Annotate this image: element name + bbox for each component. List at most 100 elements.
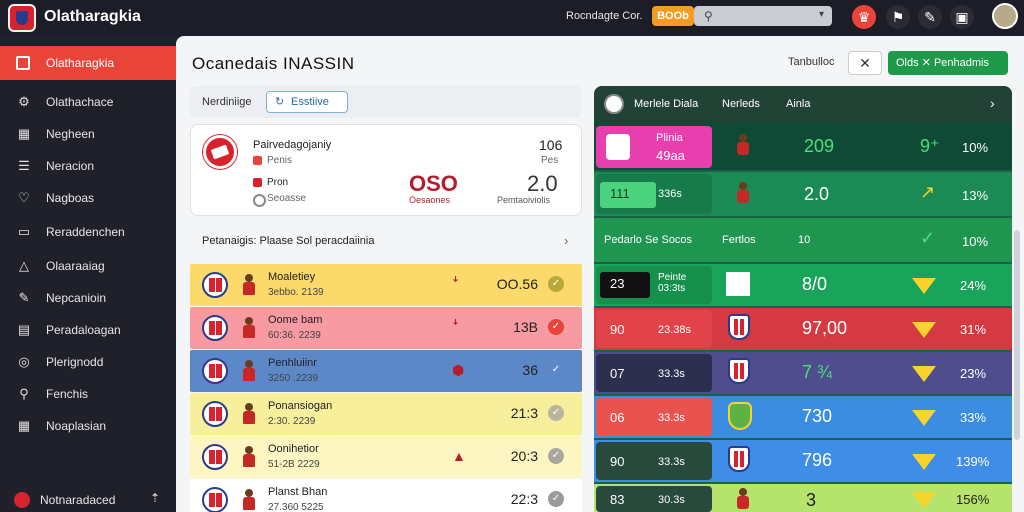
sidebar-item-9[interactable]: ◎ Plerignodd [0, 350, 176, 374]
club-crest-icon [606, 134, 630, 160]
sidebar-item-6[interactable]: △ Olaaraaiag [0, 254, 176, 278]
row-marker-icon: ▲ [452, 448, 466, 464]
match-score-secondary-label: Pemtaoiviolis [497, 195, 551, 205]
table-row[interactable]: Planst Bhan 27.360 5225 22:3 ✓ [190, 479, 582, 512]
match-title: Pairvedagojaniy [253, 139, 332, 151]
list-header[interactable]: Petanaigis: Plaase Sol peracdaiinia › [190, 232, 582, 252]
stats-percent: 23% [960, 366, 987, 381]
stats-percent: 13% [962, 188, 989, 203]
refresh-icon: ↻ [275, 96, 285, 108]
table-row[interactable]: Oome bam 60:36. 2239 ꜜ 13B ✓ [190, 307, 582, 349]
sidebar-item-active[interactable]: Olatharagkia [0, 46, 176, 80]
player-icon [736, 488, 750, 510]
stats-row[interactable]: 90 33.3s 796 139% [594, 440, 1012, 482]
close-button[interactable]: ✕ [848, 51, 882, 75]
stats-percent: 139% [956, 454, 990, 469]
player-sub: 3ebbo. 2139 [268, 287, 324, 298]
sidebar-item-label: Olathachace [46, 95, 114, 109]
table-row[interactable]: Oonihetior 51-2B 2229 ▲ 20:3 ✓ [190, 436, 582, 478]
avatar[interactable] [992, 3, 1018, 29]
stats-percent: 31% [960, 322, 987, 337]
edit-icon[interactable]: ✎ [918, 5, 942, 29]
stats-row[interactable]: 83 30.3s 3 156% [594, 484, 1012, 512]
stats-percent: 156% [956, 492, 990, 507]
sidebar-item-2[interactable]: ▦ Negheen [0, 122, 176, 146]
stats-value: 3 [806, 490, 817, 510]
header-link[interactable]: Tanbulloc [788, 56, 834, 68]
table-row[interactable]: Moaletiey 3ebbo. 2139 ꜜ OO.56 ✓ [190, 264, 582, 306]
row-action-icon[interactable]: ✓ [548, 362, 564, 378]
row-action-icon[interactable]: ✓ [548, 276, 564, 292]
player-icon [242, 360, 256, 382]
stats-panel-header: Merlele Diala Nerleds Ainla › [594, 86, 1012, 122]
club-crest-icon [728, 446, 750, 472]
chevron-down-icon: ▾ [818, 9, 824, 20]
stats-row[interactable]: 06 33.3s 730 33% [594, 396, 1012, 438]
match-card[interactable]: Pairvedagojaniy Penis Pron Seoasse OSO O… [190, 124, 582, 216]
badge-icon [912, 366, 936, 382]
top-accent-button[interactable]: BOOb [652, 6, 694, 26]
stats-row[interactable]: 23 Peinte 03:3ts 8/0 24% [594, 264, 1012, 306]
sidebar-item-7[interactable]: ✎ Nepcanioin [0, 286, 176, 310]
top-bar: Olatharagkia Rocndagte Cor. BOOb ⚲ ▾ ♛ ⚑… [0, 0, 1024, 36]
chevron-right-icon: › [564, 233, 569, 248]
sidebar-item-1[interactable]: ⚙ Olathachace [0, 90, 176, 114]
row-value: 36 [522, 362, 538, 378]
top-link[interactable]: Rocndagte Cor. [566, 10, 642, 22]
row-action-icon[interactable]: ✓ [548, 448, 564, 464]
stats-mark: ↗ [920, 182, 936, 202]
sidebar-item-label: Fenchis [46, 387, 89, 401]
club-crest-icon [202, 358, 228, 384]
sidebar-item-label: Olaaraaiag [46, 259, 105, 273]
stats-row[interactable]: 111 336s 2.0 ↗ 13% [594, 172, 1012, 216]
primary-green-button[interactable]: Olds ✕ Penhadmis [888, 51, 1008, 75]
player-icon [242, 403, 256, 425]
alert-icon: △ [19, 258, 29, 273]
sidebar-item-5[interactable]: ▭ Reraddenchen [0, 220, 176, 244]
scrollbar[interactable] [1014, 230, 1020, 440]
sidebar-footer[interactable]: Notnaradaced ⇡ [0, 488, 176, 512]
filter-label: Nerdiniige [202, 96, 252, 108]
stats-row[interactable]: 07 33.3s 7 ¾ 23% [594, 352, 1012, 394]
stats-row[interactable]: Pedarlo Se Socos Fertlos 10 ✓ 10% [594, 218, 1012, 262]
stats-tile: 06 33.3s [596, 398, 712, 436]
sidebar-item-10[interactable]: ⚲ Fenchis [0, 382, 176, 406]
sidebar-item-3[interactable]: ☰ Neracion [0, 154, 176, 178]
stats-row[interactable]: Plinia 49aa 209 9⁺ 10% [594, 122, 1012, 170]
player-icon [242, 489, 256, 511]
club-crest-icon [202, 444, 228, 470]
shop-icon[interactable]: ▣ [950, 5, 974, 29]
row-action-icon[interactable]: ✓ [548, 319, 564, 335]
filter-pill-label: Esstiive [291, 96, 329, 108]
stats-tile-title: 23 [610, 276, 625, 291]
row-marker-icon: ꜜ [452, 276, 459, 292]
sidebar-item-label: Peradaloagan [46, 323, 121, 337]
stats-percent: 10% [962, 140, 989, 155]
table-row[interactable]: Ponansiogan 2:30. 2239 21:3 ✓ [190, 393, 582, 435]
sidebar-item-11[interactable]: ▦ Noaplasian [0, 414, 176, 438]
chart-icon: ▦ [17, 126, 31, 141]
row-marker-icon: ꜜ [452, 319, 459, 335]
main-panel: Ocanedais INASSIN Tanbulloc ✕ Olds ✕ Pen… [176, 36, 1024, 512]
sidebar-item-8[interactable]: ▤ Peradaloagan [0, 318, 176, 342]
search-input[interactable]: ⚲ ▾ [694, 6, 832, 26]
player-icon [242, 317, 256, 339]
sidebar-item-label: Nepcanioin [46, 291, 107, 305]
player-icon [242, 446, 256, 468]
row-value: 20:3 [510, 448, 538, 464]
notification-icon[interactable]: ⚑ [886, 5, 910, 29]
stats-percent: 33% [960, 410, 987, 425]
stats-mark: ✓ [920, 228, 936, 248]
badge-icon [912, 278, 936, 294]
chevron-right-icon[interactable]: › [990, 95, 995, 111]
stats-tile-value: 23.38s [658, 324, 692, 336]
row-value: 22:3 [510, 491, 538, 507]
stats-row[interactable]: 90 23.38s 97,00 31% [594, 308, 1012, 350]
filter-pill[interactable]: ↻ Esstiive [266, 91, 348, 113]
row-action-icon[interactable]: ✓ [548, 405, 564, 421]
stats-value: 796 [802, 450, 833, 470]
table-row[interactable]: Penhluiinr 3250 .2239 ⬢ 36 ✓ [190, 350, 582, 392]
row-action-icon[interactable]: ✓ [548, 491, 564, 507]
trophy-icon[interactable]: ♛ [852, 5, 876, 29]
sidebar-item-4[interactable]: ♡ Nagboas [0, 186, 176, 210]
